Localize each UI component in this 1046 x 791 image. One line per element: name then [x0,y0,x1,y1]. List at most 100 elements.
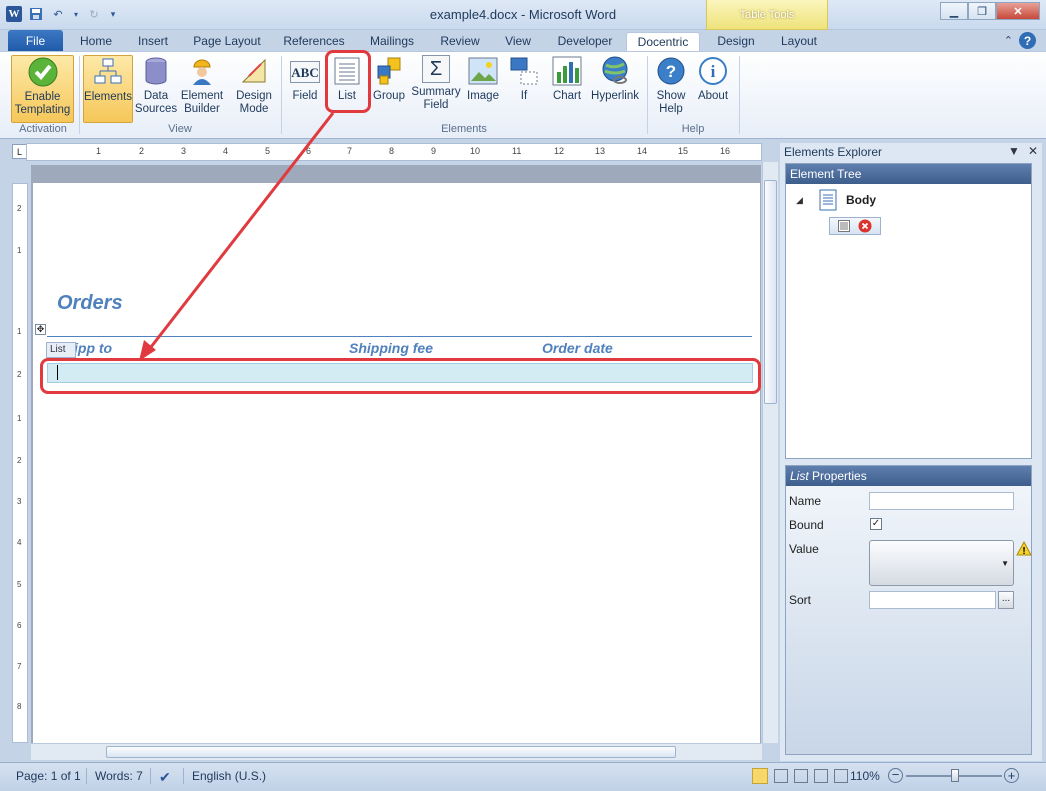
status-separator [86,768,87,784]
maximize-button[interactable]: ❐ [968,2,996,20]
word-logo-icon[interactable]: W [6,6,22,22]
document-page[interactable] [33,183,760,743]
vertical-scrollbar[interactable] [762,162,778,743]
ruler-number: 3 [181,146,187,156]
field-label: Field [292,90,318,102]
zoom-out-icon[interactable]: − [888,768,903,783]
zoom-slider-thumb[interactable] [951,769,959,782]
chart-button[interactable]: Chart [547,55,587,123]
sort-field[interactable] [869,591,996,609]
tab-layout[interactable]: Layout [772,32,826,52]
data-sources-label-1: Data [143,90,169,102]
web-layout-icon[interactable] [794,769,808,783]
elements-button[interactable]: Elements [83,55,133,123]
tree-node-list[interactable] [829,217,881,235]
show-help-label-2: Help [659,103,683,115]
if-button[interactable]: If [508,55,540,123]
bound-checkbox[interactable]: ✓ [870,518,882,530]
name-label: Name [789,494,822,508]
image-button[interactable]: Image [463,55,503,123]
ruler-number: 8 [389,146,395,156]
pane-dropdown-icon[interactable]: ▼ [1008,144,1020,158]
about-button[interactable]: i About [693,55,733,123]
list-button[interactable]: List [328,55,366,123]
data-sources-button[interactable]: Data Sources [135,55,177,123]
database-icon [140,55,172,87]
field-button[interactable]: ABC Field [287,55,323,123]
tab-design[interactable]: Design [710,32,762,52]
tab-mailings[interactable]: Mailings [362,32,422,52]
expand-arrow-icon[interactable]: ◢ [796,195,803,206]
status-separator [183,768,184,784]
vertical-ruler[interactable]: 2 1 1 2 1 2 3 4 5 6 7 8 [12,183,28,743]
properties-type: List [790,469,809,483]
group-blocks-icon [373,55,405,87]
tab-developer[interactable]: Developer [550,32,620,52]
table-top-border [47,336,752,337]
print-layout-icon[interactable] [752,768,768,784]
vertical-scroll-thumb[interactable] [764,180,777,404]
language-indicator[interactable]: English (U.S.) [192,769,266,783]
tab-review[interactable]: Review [432,32,488,52]
proofing-icon[interactable]: ✔ [159,769,171,786]
sort-browse-button[interactable]: ... [998,591,1014,609]
zoom-level[interactable]: 110% [850,769,880,783]
pane-title: Elements Explorer [784,145,883,159]
full-screen-reading-icon[interactable] [774,769,788,783]
tree-node-body[interactable]: Body [846,193,876,207]
group-label-activation: Activation [19,123,67,135]
document-heading: Orders [57,292,123,314]
help-icon[interactable]: ? [1019,32,1036,49]
ruler-number: 3 [17,497,22,506]
pane-close-icon[interactable]: ✕ [1028,144,1038,158]
value-dropdown[interactable]: ▼ [869,540,1014,586]
hyperlink-button[interactable]: Hyperlink [589,55,641,123]
value-label: Value [789,542,819,556]
field-abc-icon: ABC [290,61,320,83]
horizontal-scroll-thumb[interactable] [106,746,676,758]
enable-templating-button[interactable]: Enable Templating [11,55,74,123]
customize-qat-icon[interactable]: ▾ [108,6,118,22]
tab-file[interactable]: File [8,30,63,52]
ruler-number: 2 [17,456,22,465]
properties-panel: List Properties Name Bound ✓ Value ▼ ! S… [785,465,1032,755]
tab-home[interactable]: Home [72,32,120,52]
tab-view[interactable]: View [496,32,540,52]
page-count[interactable]: Page: 1 of 1 [16,769,81,783]
horizontal-scrollbar[interactable] [31,743,762,760]
name-field[interactable] [869,492,1014,510]
group-button[interactable]: Group [370,55,408,123]
word-count[interactable]: Words: 7 [95,769,143,783]
enable-templating-label-1: Enable [24,91,61,103]
minimize-ribbon-icon[interactable]: ⌃ [1004,34,1013,47]
summary-field-label-1: Summary [411,86,461,98]
design-mode-button[interactable]: Design Mode [231,55,277,123]
tab-references[interactable]: References [276,32,352,52]
design-mode-label-1: Design [236,90,272,102]
undo-dropdown-icon[interactable]: ▾ [72,6,80,22]
outline-icon[interactable] [814,769,828,783]
redo-icon[interactable]: ↻ [86,6,102,22]
save-icon[interactable] [28,6,44,22]
ruler-number: 7 [17,662,22,671]
table-move-handle-icon[interactable]: ✥ [35,324,46,335]
ruler-number: 12 [554,146,565,156]
tab-selector-button[interactable]: L [12,144,27,159]
group-label-view: View [168,123,192,135]
list-content-control-row[interactable] [47,363,753,383]
minimize-button[interactable]: ▁ [940,2,968,20]
tab-insert[interactable]: Insert [128,32,178,52]
horizontal-ruler[interactable]: 1 2 3 4 5 6 7 8 9 10 11 12 13 14 15 16 [26,143,762,161]
view-buttons [752,768,848,784]
close-button[interactable]: ✕ [996,2,1040,20]
element-tree-icon [92,56,124,88]
summary-field-button[interactable]: Σ Summary Field [411,55,461,123]
tab-page-layout[interactable]: Page Layout [188,32,266,52]
zoom-in-icon[interactable]: + [1004,768,1019,783]
list-content-control-tag[interactable]: List [46,342,76,358]
undo-icon[interactable]: ↶ [50,6,66,22]
element-builder-button[interactable]: Element Builder [179,55,225,123]
show-help-button[interactable]: ? Show Help [652,55,690,123]
tab-docentric[interactable]: Docentric [626,32,700,52]
draft-icon[interactable] [834,769,848,783]
